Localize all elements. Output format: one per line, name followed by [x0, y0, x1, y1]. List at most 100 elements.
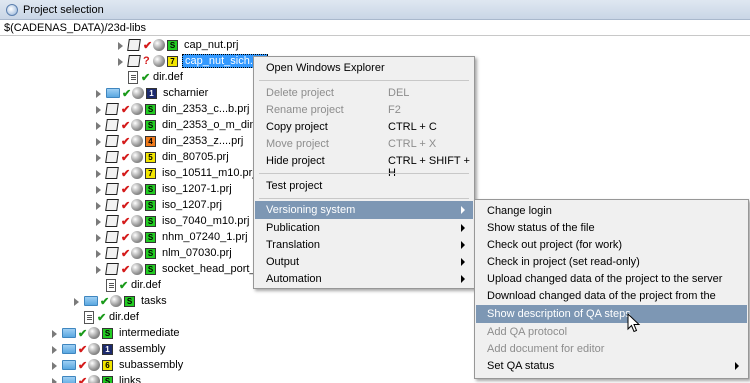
- submenu-item-show-status[interactable]: Show status of the file: [476, 219, 747, 237]
- menu-item-delete-project[interactable]: Delete project DEL: [255, 84, 473, 102]
- tree-item-tasks[interactable]: ✔ S tasks: [73, 293, 169, 309]
- expand-icon[interactable]: [95, 185, 103, 194]
- expand-icon[interactable]: [95, 233, 103, 242]
- menu-item-rename-project[interactable]: Rename project F2: [255, 101, 473, 119]
- submenu-item-check-out[interactable]: Check out project (for work): [476, 236, 747, 254]
- menu-item-automation[interactable]: Automation: [255, 270, 473, 288]
- status-badge: S: [102, 375, 113, 383]
- menu-item-hide-project[interactable]: Hide project CTRL + SHIFT + H: [255, 152, 473, 179]
- expand-icon[interactable]: [73, 297, 81, 306]
- expand-icon[interactable]: [51, 345, 59, 354]
- status-badge: 7: [145, 167, 156, 179]
- menu-label: Add document for editor: [487, 343, 605, 355]
- menu-label: Add QA protocol: [487, 326, 568, 338]
- menu-item-copy-project[interactable]: Copy project CTRL + C: [255, 118, 473, 136]
- status-badge: 5: [145, 151, 156, 163]
- expand-icon[interactable]: [51, 377, 59, 383]
- menu-item-publication[interactable]: Publication: [255, 219, 473, 237]
- status-ball-icon: [131, 215, 143, 227]
- status-ball-icon: [110, 295, 122, 307]
- menu-label: Output: [266, 256, 300, 268]
- red-check-icon: ✔: [121, 151, 131, 164]
- menu-label: Copy project: [266, 121, 328, 133]
- versioning-submenu: Change login Show status of the file Che…: [474, 199, 749, 379]
- tree-item-din-2353-z[interactable]: ✔ 4 din_2353_z....prj: [95, 133, 245, 149]
- tree-item-dir-def[interactable]: ✔ dir.def: [73, 309, 141, 325]
- expand-icon[interactable]: [95, 201, 103, 210]
- tree-item-iso-1207-1[interactable]: ✔ S iso_1207-1.prj: [95, 181, 234, 197]
- tree-item-label: nhm_07240_1.prj: [162, 231, 248, 243]
- expand-icon[interactable]: [95, 153, 103, 162]
- menu-item-versioning-system[interactable]: Versioning system: [255, 201, 473, 219]
- status-badge: S: [145, 103, 156, 115]
- status-ball-icon: [88, 327, 100, 339]
- expand-icon[interactable]: [51, 361, 59, 370]
- green-check-icon: ✔: [122, 87, 132, 100]
- expand-icon[interactable]: [95, 121, 103, 130]
- tree-item-assembly[interactable]: ✔ 1 assembly: [51, 341, 167, 357]
- menu-item-test-project[interactable]: Test project: [255, 177, 473, 195]
- expand-icon[interactable]: [95, 169, 103, 178]
- expand-icon[interactable]: [117, 57, 125, 66]
- menu-label: Check out project (for work): [487, 239, 623, 251]
- folder-icon: [106, 88, 120, 98]
- tree-item-dir-def[interactable]: ✔ dir.def: [117, 69, 185, 85]
- folder-icon: [62, 328, 76, 338]
- tree-item-cap-nut[interactable]: ✔ S cap_nut.prj: [117, 37, 240, 53]
- tree-item-iso-1207[interactable]: ✔ S iso_1207.prj: [95, 197, 224, 213]
- project-cube-icon: [127, 39, 141, 51]
- submenu-item-upload[interactable]: Upload changed data of the project to th…: [476, 270, 747, 288]
- status-badge: S: [145, 215, 156, 227]
- title-bar: Project selection: [0, 0, 750, 20]
- tree-item-label: din_80705.prj: [162, 151, 229, 163]
- expand-icon[interactable]: [95, 265, 103, 274]
- project-cube-icon: [105, 151, 119, 163]
- tree-item-din-2353-cb[interactable]: ✔ S din_2353_c...b.prj: [95, 101, 251, 117]
- expand-icon[interactable]: [95, 249, 103, 258]
- menu-label: Rename project: [266, 104, 344, 116]
- menu-item-translation[interactable]: Translation: [255, 236, 473, 254]
- submenu-arrow-icon: [735, 362, 739, 370]
- submenu-item-add-document[interactable]: Add document for editor: [476, 340, 747, 358]
- menu-label: Set QA status: [487, 360, 555, 372]
- expand-icon[interactable]: [95, 137, 103, 146]
- tree-item-nhm-07240[interactable]: ✔ S nhm_07240_1.prj: [95, 229, 250, 245]
- tree-item-din-80705[interactable]: ✔ 5 din_80705.prj: [95, 149, 231, 165]
- submenu-item-change-login[interactable]: Change login: [476, 202, 747, 220]
- menu-separator: [259, 198, 469, 199]
- expand-icon[interactable]: [95, 89, 103, 98]
- menu-item-open-explorer[interactable]: Open Windows Explorer: [255, 59, 473, 77]
- tree-item-scharnier[interactable]: ✔ 1 scharnier: [95, 85, 210, 101]
- submenu-item-download[interactable]: Download changed data of the project fro…: [476, 287, 747, 314]
- expand-icon[interactable]: [95, 217, 103, 226]
- status-ball-icon: [131, 167, 143, 179]
- expand-icon[interactable]: [95, 105, 103, 114]
- status-badge: S: [145, 263, 156, 275]
- submenu-item-show-qa-steps[interactable]: Show description of QA steps: [476, 305, 747, 323]
- tree-item-label: links: [119, 375, 142, 383]
- red-check-icon: ✔: [78, 375, 88, 383]
- red-check-icon: ✔: [78, 343, 88, 356]
- menu-item-output[interactable]: Output: [255, 253, 473, 271]
- expand-icon[interactable]: [117, 41, 125, 50]
- submenu-item-add-qa-protocol[interactable]: Add QA protocol: [476, 323, 747, 341]
- expand-icon[interactable]: [51, 329, 59, 338]
- project-cube-icon: [105, 247, 119, 259]
- tree-item-subassembly[interactable]: ✔ 6 subassembly: [51, 357, 185, 373]
- menu-shortcut: CTRL + SHIFT + H: [388, 155, 470, 179]
- menu-item-move-project[interactable]: Move project CTRL + X: [255, 135, 473, 153]
- tree-item-nlm-07030[interactable]: ✔ S nlm_07030.prj: [95, 245, 234, 261]
- tree-item-intermediate[interactable]: ✔ S intermediate: [51, 325, 182, 341]
- tree-item-iso-10511[interactable]: ✔ 7 iso_10511_m10.prj: [95, 165, 257, 181]
- submenu-item-set-qa-status[interactable]: Set QA status: [476, 357, 747, 375]
- status-badge: S: [145, 199, 156, 211]
- tree-item-socket-head[interactable]: ✔ S socket_head_port_plug: [95, 261, 278, 277]
- tree-item-iso-7040[interactable]: ✔ S iso_7040_m10.prj: [95, 213, 251, 229]
- menu-label: Upload changed data of the project to th…: [487, 273, 723, 285]
- tree-item-cap-nut-sich[interactable]: ? 7 cap_nut_sich.prj: [117, 53, 269, 69]
- submenu-item-check-in[interactable]: Check in project (set read-only): [476, 253, 747, 271]
- tree-item-dir-def[interactable]: ✔ dir.def: [95, 277, 163, 293]
- status-badge: S: [124, 295, 135, 307]
- tree-item-links[interactable]: ✔ S links: [51, 373, 143, 383]
